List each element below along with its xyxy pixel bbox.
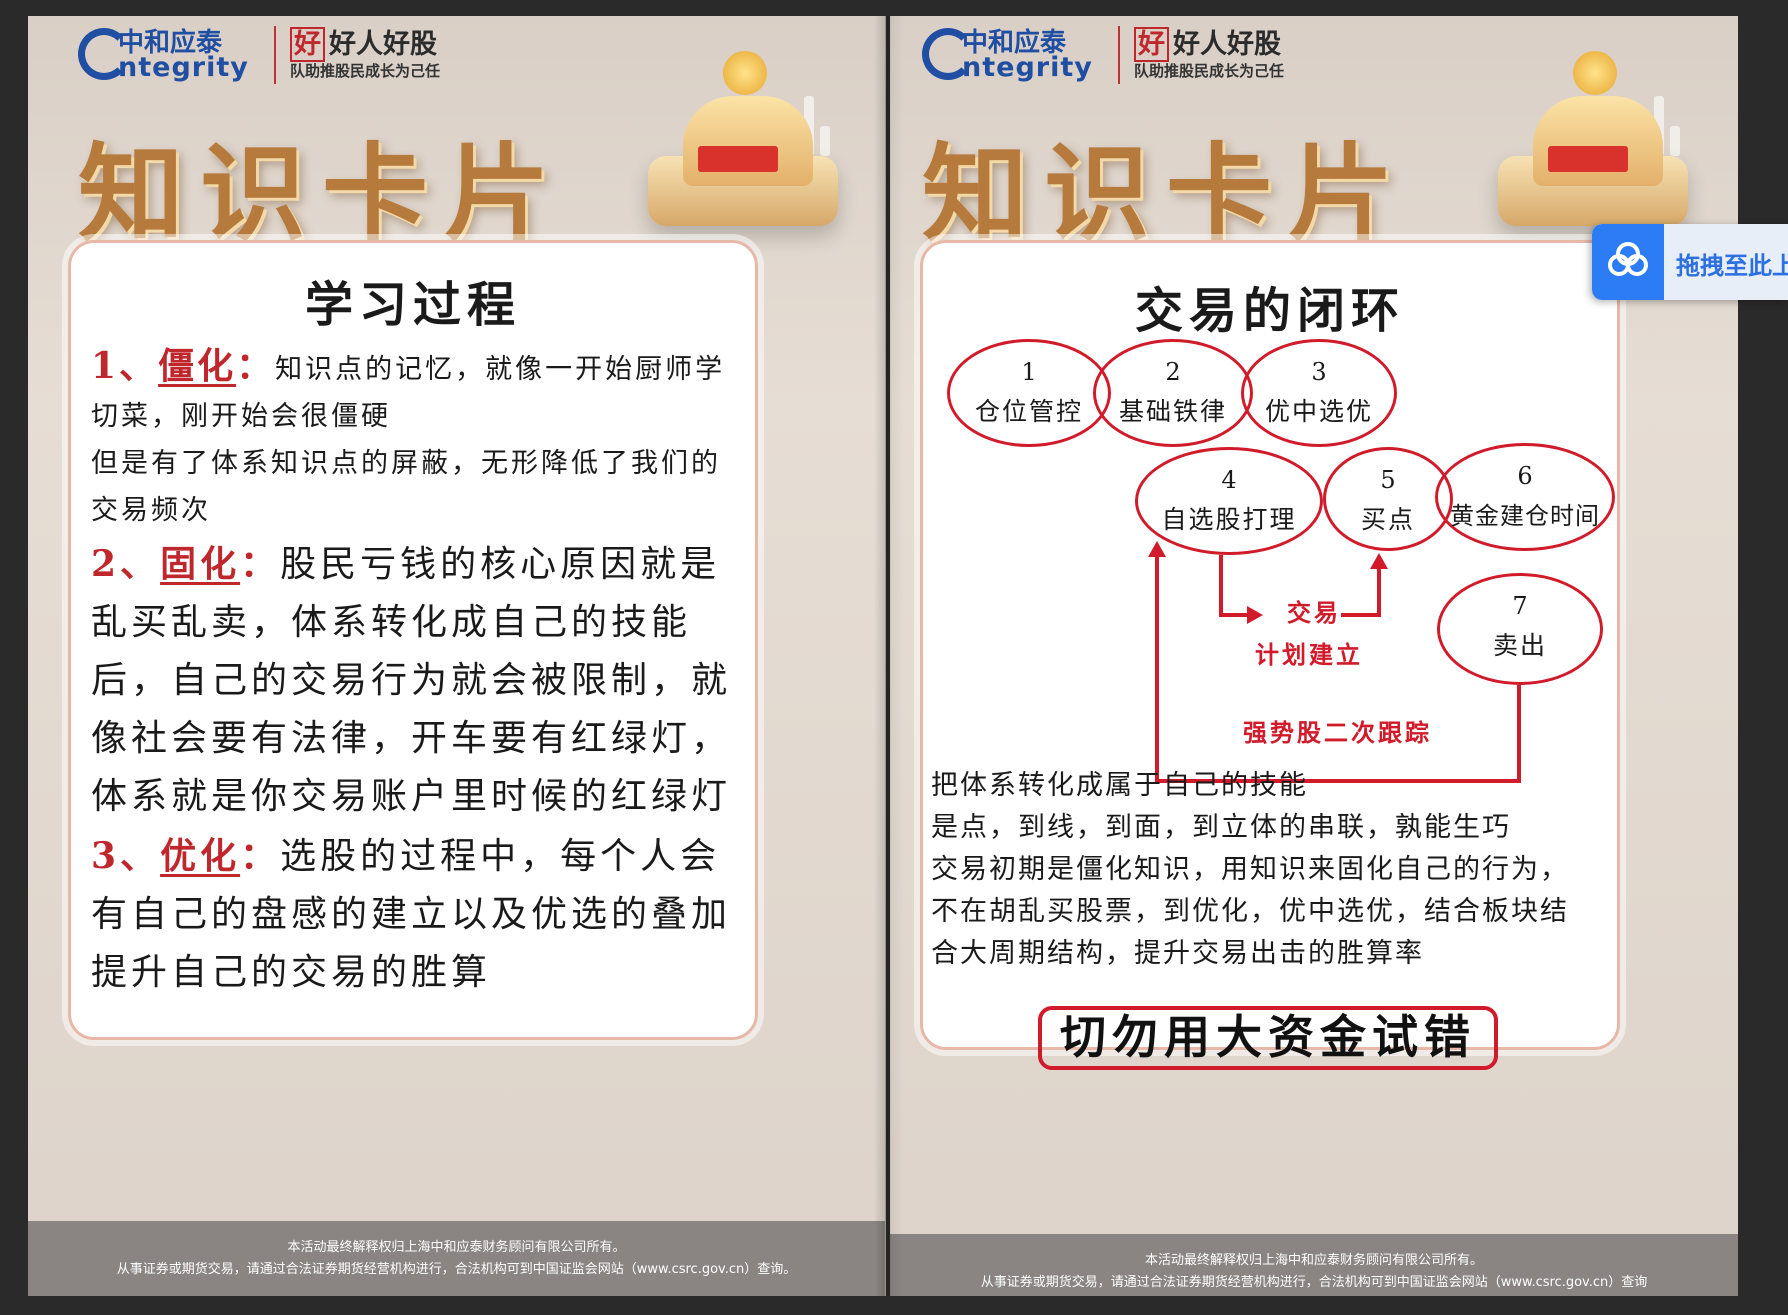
learning-process-card: 学习过程 1、僵化：知识点的记忆，就像一开始厨师学切菜，刚开始会很僵硬 但是有了… bbox=[68, 240, 758, 1040]
section-rigidify: 1、僵化：知识点的记忆，就像一开始厨师学切菜，刚开始会很僵硬 但是有了体系知识点… bbox=[91, 343, 745, 534]
item-number: 3、 bbox=[91, 835, 161, 877]
arrow-up-icon bbox=[1148, 541, 1166, 557]
node-number: 1 bbox=[1021, 358, 1037, 386]
node-number: 6 bbox=[1517, 462, 1533, 490]
right-footer: 本活动最终解释权归上海中和应泰财务顾问有限公司所有。 从事证券或期货交易，请通过… bbox=[890, 1234, 1738, 1296]
footer-disclaimer: 本活动最终解释权归上海中和应泰财务顾问有限公司所有。 bbox=[287, 1240, 626, 1255]
rigidify-text-2: 但是有了体系知识点的屏蔽，无形降低了我们的交易频次 bbox=[91, 448, 721, 526]
slogan-mark: 好 bbox=[290, 27, 325, 62]
rigidify-paragraph: 1、僵化：知识点的记忆，就像一开始厨师学切菜，刚开始会很僵硬 bbox=[91, 343, 745, 440]
node-watchlist-management: 4 自选股打理 bbox=[1135, 447, 1323, 555]
flow-line bbox=[1219, 613, 1249, 617]
node-number: 2 bbox=[1165, 358, 1181, 386]
left-footer: 本活动最终解释权归上海中和应泰财务顾问有限公司所有。 从事证券或期货交易，请通过… bbox=[28, 1221, 885, 1296]
brochure-spread: 中和应泰 ntegrity 好好人好股 队助推股民成长为己任 知识卡片 学习过程… bbox=[28, 16, 1738, 1296]
logo-divider bbox=[1118, 26, 1120, 84]
logo-slogan: 好好人好股 bbox=[290, 22, 437, 62]
summary-line: 是点，到线，到面，到立体的串联，孰能生巧 bbox=[931, 812, 1511, 843]
keyword-solidify: 固化 bbox=[160, 543, 241, 585]
drag-upload-label: 拖拽至此上 bbox=[1676, 252, 1788, 280]
flow-label-plan: 计划建立 bbox=[1255, 640, 1363, 669]
trading-loop-card: 交易的闭环 1 仓位管控 2 基础铁律 3 优中选优 4 自选股打理 5 买点 bbox=[920, 240, 1620, 1070]
company-logo: 中和应泰 ntegrity 好好人好股 队助推股民成长为己任 bbox=[78, 22, 458, 92]
logo-en-text: ntegrity bbox=[962, 52, 1093, 83]
node-position-control: 1 仓位管控 bbox=[947, 339, 1111, 447]
left-page: 中和应泰 ntegrity 好好人好股 队助推股民成长为己任 知识卡片 学习过程… bbox=[28, 16, 886, 1296]
node-label: 仓位管控 bbox=[974, 397, 1083, 426]
logo-en-text: ntegrity bbox=[118, 52, 249, 83]
node-number: 5 bbox=[1380, 466, 1396, 494]
summary-line: 把体系转化成属于自己的技能 bbox=[931, 770, 1308, 801]
node-number: 7 bbox=[1512, 592, 1528, 620]
card-title: 交易的闭环 bbox=[1134, 283, 1405, 339]
card-title: 学习过程 bbox=[304, 277, 521, 333]
knowledge-card-title: 知识卡片 bbox=[78, 133, 566, 256]
loop-label: 强势股二次跟踪 bbox=[1243, 718, 1432, 747]
footer-disclaimer: 本活动最终解释权归上海中和应泰财务顾问有限公司所有。 bbox=[1144, 1253, 1483, 1268]
knowledge-card-title: 知识卡片 bbox=[922, 133, 1410, 256]
flow-line bbox=[1219, 555, 1223, 617]
treasure-box-icon bbox=[1478, 46, 1708, 246]
summary-line: 不在胡乱买股票，到优化，优中选优，结合板块结 bbox=[931, 896, 1569, 927]
item-number: 1、 bbox=[91, 345, 159, 387]
node-sell: 7 卖出 bbox=[1437, 573, 1603, 685]
section-optimize: 3、优化：选股的过程中，每个人会有自己的盘感的建立以及优选的叠加提升自己的交易的… bbox=[91, 827, 745, 1002]
drag-upload-button[interactable]: 拖拽至此上 bbox=[1592, 224, 1788, 300]
flow-line bbox=[1341, 613, 1381, 617]
section-solidify: 2、固化：股民亏钱的核心原因就是乱买乱卖，体系转化成自己的技能后，自己的交易行为… bbox=[91, 535, 745, 826]
node-label: 卖出 bbox=[1492, 631, 1547, 660]
summary-text: 把体系转化成属于自己的技能 是点，到线，到面，到立体的串联，孰能生巧 交易初期是… bbox=[931, 765, 1607, 975]
slogan-text: 好人好股 bbox=[1173, 29, 1281, 60]
node-pick-best: 3 优中选优 bbox=[1241, 339, 1397, 447]
slogan-text: 好人好股 bbox=[329, 29, 437, 60]
node-golden-entry-time: 6 黄金建仓时间 bbox=[1435, 443, 1615, 551]
logo-divider bbox=[274, 26, 276, 84]
arrow-up-icon bbox=[1370, 553, 1388, 569]
node-buy-point: 5 买点 bbox=[1323, 447, 1453, 551]
arrow-right-icon bbox=[1247, 606, 1263, 624]
item-number: 2、 bbox=[91, 543, 161, 585]
book-gutter bbox=[874, 16, 904, 1296]
right-page: 中和应泰 ntegrity 好好人好股 队助推股民成长为己任 知识卡片 交易的闭… bbox=[890, 16, 1738, 1296]
node-label: 买点 bbox=[1360, 505, 1415, 534]
node-label: 自选股打理 bbox=[1161, 505, 1297, 534]
node-number: 3 bbox=[1311, 358, 1327, 386]
summary-line: 合大周期结构，提升交易出击的胜算率 bbox=[931, 938, 1424, 969]
keyword-colon: ： bbox=[240, 543, 281, 585]
keyword-colon: ： bbox=[236, 345, 276, 387]
flow-line bbox=[1377, 567, 1381, 617]
footer-regulatory-note: 从事证券或期货交易，请通过合法证券期货经营机构进行，合法机构可到中国证监会网站（… bbox=[980, 1275, 1648, 1290]
logo-subtitle: 队助推股民成长为己任 bbox=[1134, 62, 1285, 80]
summary-line: 交易初期是僵化知识，用知识来固化自己的行为， bbox=[931, 854, 1569, 885]
node-label: 基础铁律 bbox=[1118, 397, 1227, 426]
node-label: 黄金建仓时间 bbox=[1450, 502, 1600, 530]
baidu-netdisk-icon bbox=[1592, 224, 1664, 300]
logo-subtitle: 队助推股民成长为己任 bbox=[290, 62, 441, 80]
treasure-box-icon bbox=[628, 46, 858, 246]
warning-banner: 切勿用大资金试错 bbox=[1038, 1006, 1498, 1070]
keyword-colon: ： bbox=[240, 835, 281, 877]
keyword-rigidify: 僵化 bbox=[158, 345, 237, 387]
footer-regulatory-note: 从事证券或期货交易，请通过合法证券期货经营机构进行，合法机构可到中国证监会网站（… bbox=[116, 1262, 797, 1277]
keyword-optimize: 优化 bbox=[160, 835, 241, 877]
node-label: 优中选优 bbox=[1264, 397, 1373, 426]
logo-slogan: 好好人好股 bbox=[1134, 22, 1281, 62]
node-basic-rules: 2 基础铁律 bbox=[1093, 339, 1253, 447]
node-number: 4 bbox=[1221, 466, 1237, 494]
company-logo: 中和应泰 ntegrity 好好人好股 队助推股民成长为己任 bbox=[922, 22, 1302, 92]
slogan-mark: 好 bbox=[1134, 27, 1169, 62]
flow-label-trade: 交易 bbox=[1287, 598, 1341, 627]
loop-line bbox=[1155, 555, 1159, 783]
